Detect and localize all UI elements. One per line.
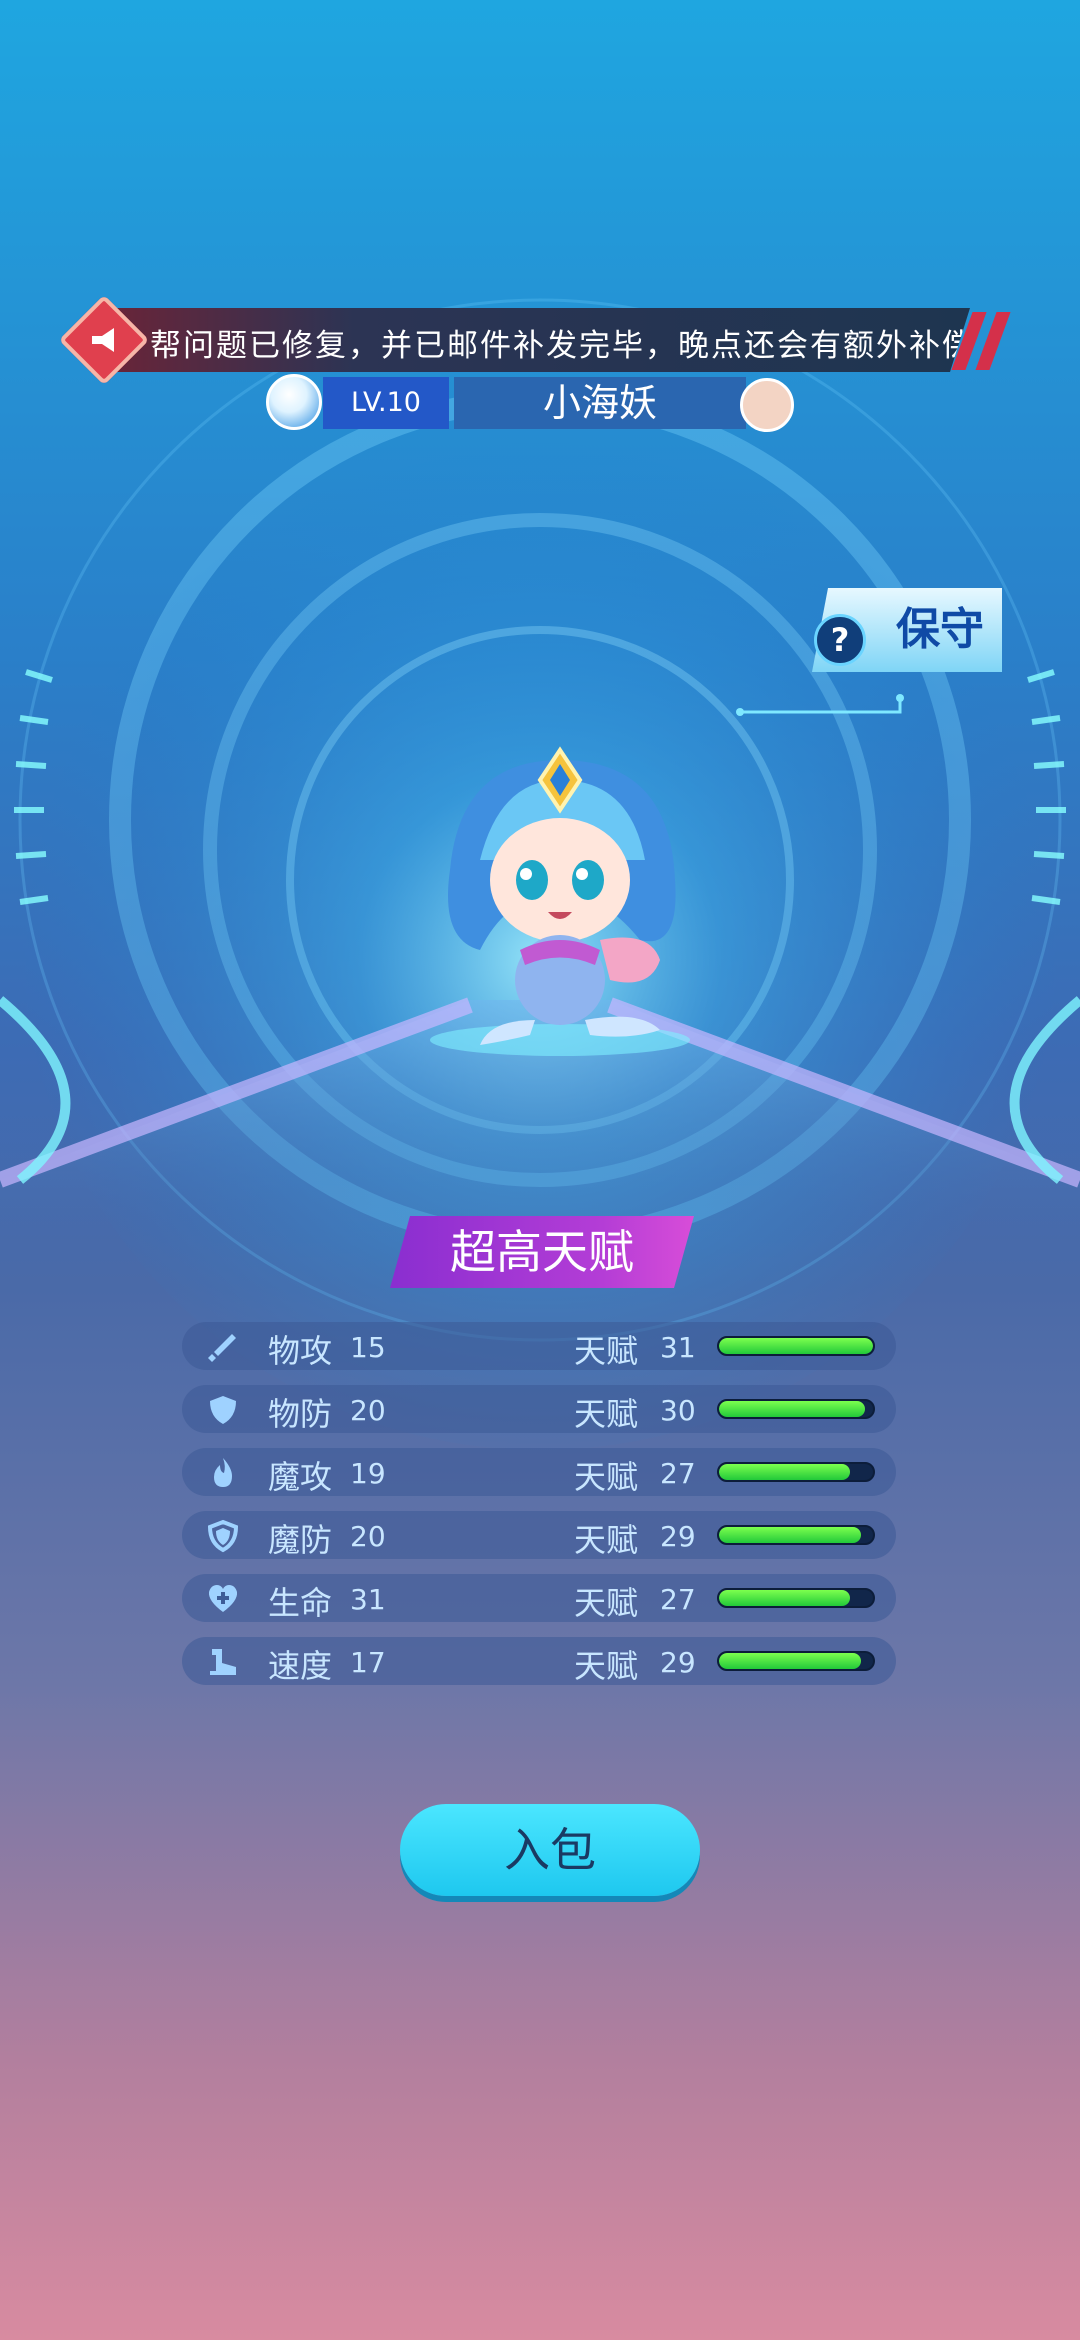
pet-face-icon[interactable] [740,378,794,432]
stat-row: 速度 17 天赋 29 [182,1637,896,1685]
sword-icon [208,1334,236,1362]
talent-bar [717,1399,875,1419]
mermaid-character [430,746,690,1056]
stat-value: 17 [350,1646,386,1679]
talent-bar [717,1336,875,1356]
talent-bar-fill [719,1527,861,1543]
add-to-bag-button[interactable]: 入包 [400,1804,700,1896]
stat-value: 19 [350,1457,386,1490]
talent-value: 29 [660,1520,696,1553]
talent-value: 29 [660,1646,696,1679]
stat-value: 15 [350,1331,386,1364]
talent-bar-fill [719,1464,850,1480]
talent-bar-fill [719,1338,873,1354]
stat-name: 速度 [268,1647,333,1685]
stat-value: 31 [350,1583,386,1616]
help-icon[interactable]: ? [814,614,866,666]
talent-rank-badge: 超高天赋 [390,1216,694,1288]
stat-row: 魔攻 19 天赋 27 [182,1448,896,1496]
talent-label: 天赋 [574,1395,639,1433]
notice-text: 帮问题已修复，并已邮件补发完毕，晚点还会有额外补偿 [150,328,970,364]
heart-icon [208,1585,238,1612]
megaphone-icon [92,328,114,352]
talent-bar [717,1651,875,1671]
talent-bar [717,1462,875,1482]
pet-level: LV.10 [323,377,449,429]
talent-value: 27 [660,1583,696,1616]
talent-label: 天赋 [574,1332,639,1370]
talent-bar [717,1525,875,1545]
talent-label: 天赋 [574,1584,639,1622]
boot-icon [210,1649,236,1675]
talent-value: 30 [660,1394,696,1427]
fire-icon [214,1458,232,1487]
stat-value: 20 [350,1394,386,1427]
stat-row: 魔防 20 天赋 29 [182,1511,896,1559]
talent-value: 27 [660,1457,696,1490]
stat-row: 物攻 15 天赋 31 [182,1322,896,1370]
talent-bar-fill [719,1653,861,1669]
stat-name: 魔攻 [268,1458,333,1496]
shield-icon [210,1396,236,1424]
stat-value: 20 [350,1520,386,1553]
talent-label: 天赋 [574,1458,639,1496]
talent-label: 天赋 [574,1521,639,1559]
stat-name: 物防 [268,1395,333,1433]
magic-shield-icon [207,1519,239,1553]
talent-label: 天赋 [574,1647,639,1685]
pet-name: 小海妖 [454,377,746,429]
talent-value: 31 [660,1331,696,1364]
stat-row: 生命 31 天赋 27 [182,1574,896,1622]
stat-name: 魔防 [268,1521,333,1559]
stat-name: 物攻 [268,1332,333,1370]
water-drop-icon[interactable] [266,374,322,430]
notice-banner[interactable]: 帮问题已修复，并已邮件补发完毕，晚点还会有额外补偿 [90,308,970,372]
talent-bar-fill [719,1590,850,1606]
talent-bar [717,1588,875,1608]
talent-bar-fill [719,1401,866,1417]
stat-name: 生命 [268,1584,333,1622]
stat-row: 物防 20 天赋 30 [182,1385,896,1433]
